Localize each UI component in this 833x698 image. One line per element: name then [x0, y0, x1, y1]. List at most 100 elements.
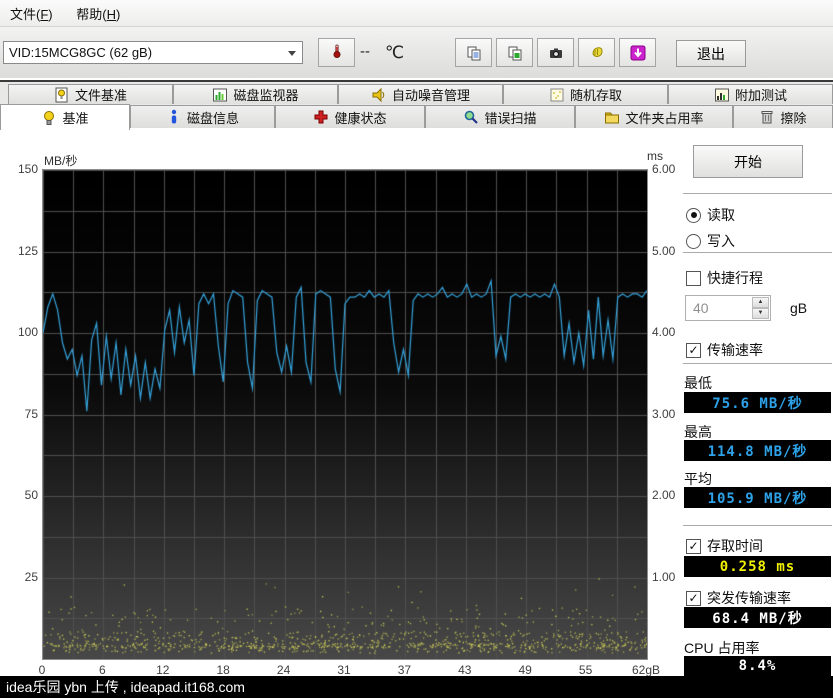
burst-rate-value: 68.4 MB/秒 [712, 610, 803, 627]
y-left-tick: 25 [24, 569, 38, 584]
random-access-icon [550, 88, 564, 101]
read-radio-label: 读取 [707, 207, 735, 223]
x-axis-tick: 62gB [632, 663, 661, 677]
burst-rate-option[interactable]: 突发传输速率 [686, 588, 791, 608]
y-left-tick: 100 [17, 325, 38, 339]
write-mode-option[interactable]: 写入 [686, 231, 735, 251]
chevron-down-icon [288, 51, 296, 56]
x-axis-tick: 31 [337, 663, 351, 677]
tab-folder-usage[interactable]: 文件夹占用率 [575, 105, 733, 129]
max-value-box: 114.8 MB/秒 [684, 440, 831, 461]
y-right-tick: 3.00 [652, 406, 676, 421]
transfer-rate-checkbox[interactable] [686, 342, 701, 358]
spinner-down-button[interactable]: ▼ [752, 308, 769, 319]
menu-file[interactable]: 文件(F) [0, 0, 63, 23]
tab-label: 文件夹占用率 [625, 110, 704, 126]
cpu-usage-value: 8.4% [738, 658, 777, 674]
thermometer-icon [333, 44, 340, 58]
tab-disk-monitor[interactable]: 磁盘监视器 [173, 84, 338, 105]
x-axis-tick: 49 [518, 663, 532, 677]
tab-random-access[interactable]: 随机存取 [503, 84, 668, 105]
x-axis-tick: 55 [578, 663, 593, 677]
bulb-icon [44, 110, 55, 125]
tab-aam[interactable]: 自动噪音管理 [338, 84, 503, 105]
file-benchmark-icon [55, 87, 68, 102]
copy-image-icon [508, 46, 521, 60]
short-stroke-label: 快捷行程 [707, 270, 763, 286]
read-mode-option[interactable]: 读取 [686, 205, 735, 225]
status-text: idea乐园 ybn 上传 , ideapad.it168.com [6, 679, 245, 695]
burst-rate-value-box: 68.4 MB/秒 [684, 607, 831, 628]
spinner-up-button[interactable]: ▲ [752, 297, 769, 308]
avg-value-box: 105.9 MB/秒 [684, 487, 831, 508]
read-radio[interactable] [686, 207, 701, 223]
toolbar: VID:15MCG8GC (62 gB) -- ℃ 退出 [0, 27, 833, 78]
start-button[interactable]: 开始 [693, 145, 803, 178]
max-label: 最高 [684, 424, 712, 440]
tab-row-primary: 基准 磁盘信息 健康状态 错误扫描 文件夹占用率 擦除 [0, 104, 833, 130]
tab-label: 磁盘监视器 [233, 88, 299, 103]
tab-label: 基准 [62, 111, 89, 126]
access-time-value: 0.258 ms [719, 558, 796, 575]
hdtune-window: 文件(F) 帮助(H) VID:15MCG8GC (62 gB) -- ℃ 退出… [0, 0, 833, 698]
screenshot-icon [549, 48, 562, 58]
options-button[interactable] [578, 38, 615, 67]
left-axis-title: MB/秒 [44, 154, 78, 168]
short-stroke-size-value: 40 [693, 300, 709, 316]
copy-report-button[interactable] [455, 38, 492, 67]
menu-help[interactable]: 帮助(H) [66, 0, 130, 23]
transfer-rate-option[interactable]: 传输速率 [686, 340, 763, 360]
info-icon [171, 109, 177, 124]
tab-row-secondary: 文件基准 磁盘监视器 自动噪音管理 随机存取 附加测试 [0, 80, 833, 106]
tab-error-scan[interactable]: 错误扫描 [425, 105, 575, 129]
temperature-button[interactable] [318, 38, 355, 67]
tab-label: 文件基准 [74, 88, 127, 103]
speaker-icon [372, 87, 385, 102]
access-time-option[interactable]: 存取时间 [686, 536, 763, 556]
folder-icon [605, 112, 620, 124]
menu-help-suffix: ) [116, 7, 121, 22]
benchmark-chart [42, 169, 648, 660]
benchmark-panel: MB/秒 ms 150 125 100 75 50 25 6.00 5.00 4.00 3.00… [0, 128, 833, 677]
separator [683, 193, 832, 194]
burst-rate-label: 突发传输速率 [707, 590, 791, 606]
menu-bar: 文件(F) 帮助(H) [0, 0, 833, 27]
y-right-tick: 1.00 [652, 569, 676, 584]
tab-label: 健康状态 [334, 110, 387, 126]
tab-file-benchmark[interactable]: 文件基准 [8, 84, 173, 105]
exit-button[interactable]: 退出 [676, 40, 746, 67]
health-cross-icon [314, 110, 328, 124]
tab-label: 擦除 [780, 110, 807, 126]
copy-image-button[interactable] [496, 38, 533, 67]
screenshot-button[interactable] [537, 38, 574, 67]
short-stroke-checkbox[interactable] [686, 270, 701, 286]
tab-benchmark[interactable]: 基准 [0, 104, 130, 130]
x-axis-tick: 6 [99, 663, 106, 677]
tab-label: 附加测试 [734, 88, 787, 103]
menu-file-label: 文件( [10, 7, 41, 22]
tab-disk-info[interactable]: 磁盘信息 [130, 105, 275, 129]
write-radio[interactable] [686, 233, 701, 249]
y-right-tick: 6.00 [652, 162, 676, 176]
options-icon [591, 46, 603, 57]
download-button[interactable] [619, 38, 656, 67]
short-stroke-option[interactable]: 快捷行程 [686, 268, 763, 288]
copy-report-icon [467, 46, 480, 60]
drive-select-dropdown[interactable]: VID:15MCG8GC (62 gB) [3, 41, 303, 64]
min-value-box: 75.6 MB/秒 [684, 392, 831, 413]
tab-label: 磁盘信息 [186, 110, 239, 126]
y-right-tick: 4.00 [652, 325, 676, 339]
tab-extra-tests[interactable]: 附加测试 [668, 84, 833, 105]
tab-health[interactable]: 健康状态 [275, 105, 425, 129]
tab-erase[interactable]: 擦除 [733, 105, 833, 129]
access-time-label: 存取时间 [707, 538, 763, 554]
short-stroke-size-spinner[interactable]: 40 ▲ ▼ [685, 295, 771, 321]
y-left-tick: 125 [17, 243, 38, 258]
burst-rate-checkbox[interactable] [686, 590, 701, 606]
download-icon [630, 45, 645, 60]
thermometer-icon [329, 43, 345, 62]
access-time-checkbox[interactable] [686, 538, 701, 554]
menu-help-label: 帮助( [76, 7, 107, 22]
y-left-tick: 150 [17, 162, 38, 176]
tab-label: 自动噪音管理 [391, 88, 470, 103]
